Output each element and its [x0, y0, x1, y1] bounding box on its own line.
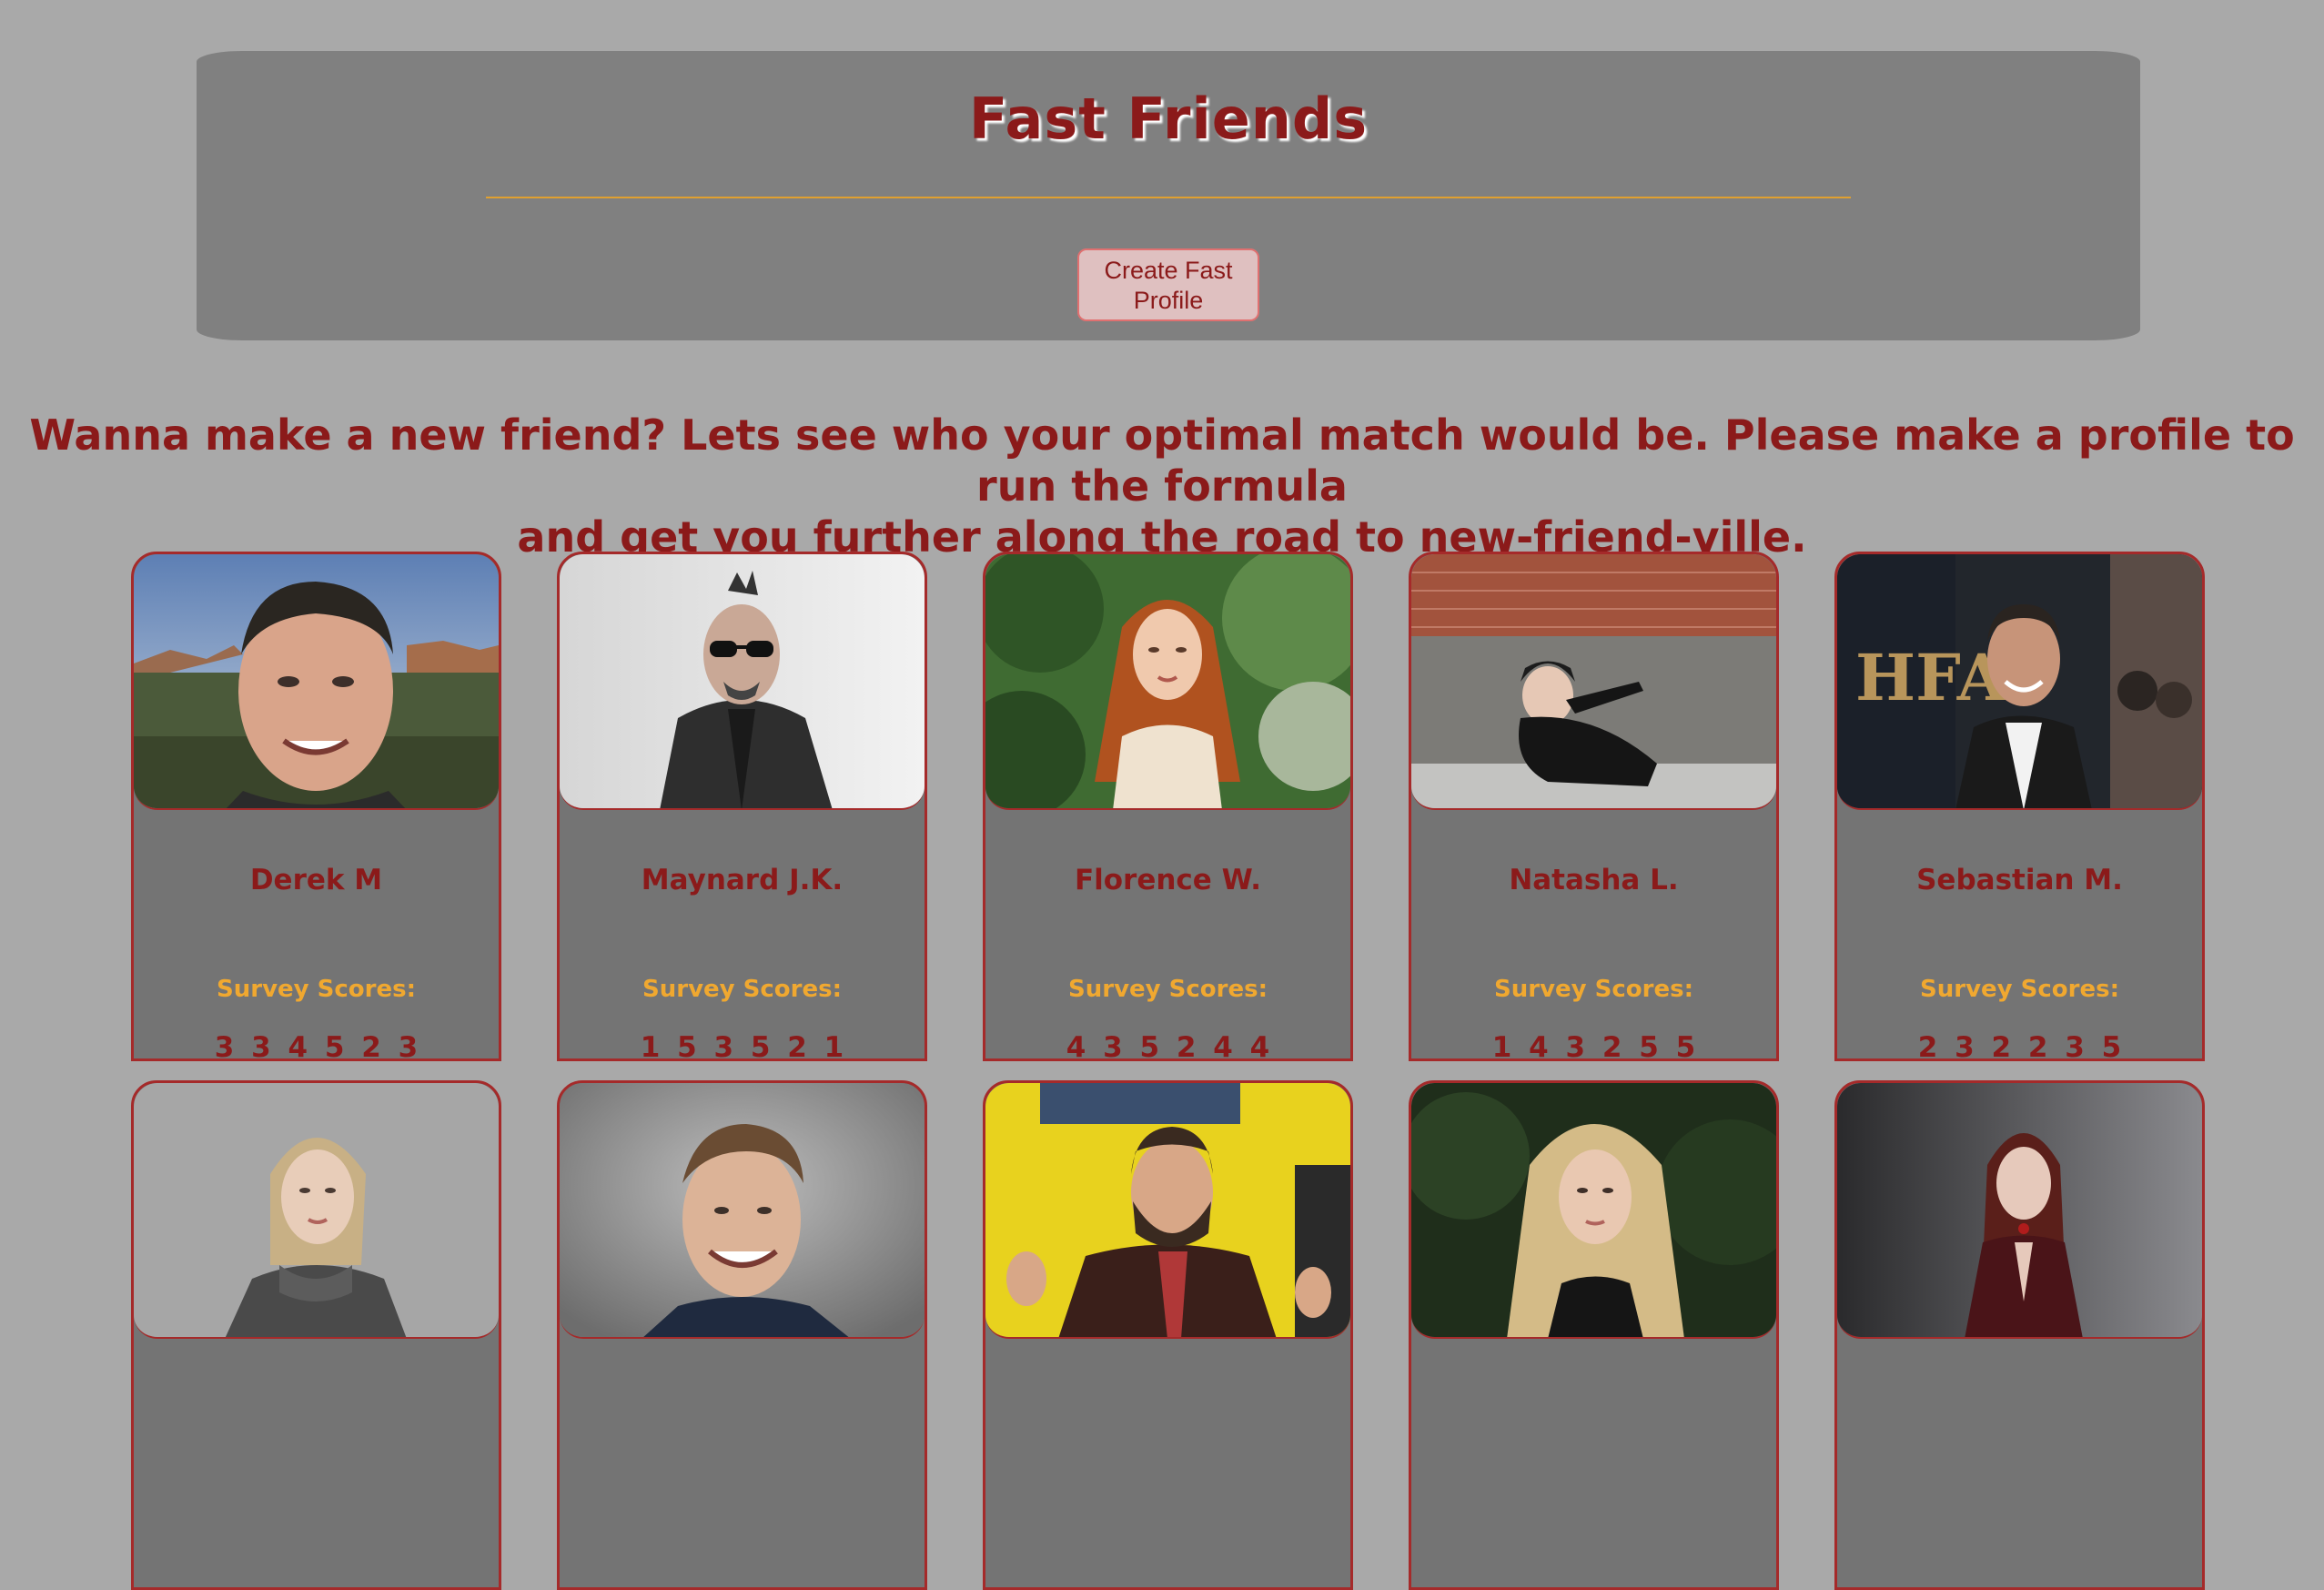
- survey-scores-label: Survey Scores:: [642, 976, 842, 1003]
- photo-sebastian-image: HFA: [1837, 554, 2202, 808]
- page-title: Fast Friends: [968, 86, 1369, 152]
- survey-scores-label: Survey Scores:: [1068, 976, 1268, 1003]
- profile-photo: [1411, 1083, 1776, 1339]
- photo-florence-image: [985, 554, 1350, 808]
- profile-card[interactable]: [557, 1080, 927, 1590]
- survey-scores-label: Survey Scores:: [1920, 976, 2119, 1003]
- profile-name: Natasha L.: [1509, 864, 1679, 896]
- photo-maynard-image: [560, 554, 925, 808]
- photo-man-beard-image: [985, 1083, 1350, 1337]
- intro-line-1: Wanna make a new friend? Lets see who yo…: [29, 410, 2295, 511]
- profile-card[interactable]: Florence W. Survey Scores: 4 3 5 2 4 4: [983, 552, 1353, 1061]
- survey-scores-values: 2 3 2 2 3 5: [1917, 1031, 2122, 1061]
- profile-photo: [1411, 554, 1776, 810]
- create-profile-button[interactable]: Create Fast Profile: [1077, 248, 1259, 321]
- profile-card[interactable]: Natasha L. Survey Scores: 1 4 3 2 5 5: [1409, 552, 1779, 1061]
- profile-card[interactable]: [1409, 1080, 1779, 1590]
- profile-card[interactable]: Derek M Survey Scores: 3 3 4 5 2 3: [131, 552, 501, 1061]
- profile-photo: [1837, 1083, 2202, 1339]
- survey-scores-values: 4 3 5 2 4 4: [1066, 1031, 1270, 1061]
- profile-photo: [985, 554, 1350, 810]
- photo-natasha-image: [1411, 554, 1776, 808]
- profile-photo: [560, 1083, 925, 1339]
- photo-derek-image: [134, 554, 499, 808]
- profile-photo: [134, 554, 499, 810]
- profile-card[interactable]: [1834, 1080, 2205, 1590]
- header: Fast Friends Create Fast Profile: [197, 51, 2140, 340]
- survey-scores-values: 3 3 4 5 2 3: [214, 1031, 419, 1061]
- profile-name: Sebastian M.: [1916, 864, 2123, 896]
- photo-woman-red-gown-image: [1837, 1083, 2202, 1337]
- profile-card[interactable]: [131, 1080, 501, 1590]
- profile-photo: [560, 554, 925, 810]
- header-divider: [486, 197, 1851, 198]
- photo-woman-blonde-image: [134, 1083, 499, 1337]
- survey-scores-values: 1 5 3 5 2 1: [640, 1031, 844, 1061]
- svg-text:HFA: HFA: [1855, 640, 2008, 715]
- intro-text: Wanna make a new friend? Lets see who yo…: [0, 410, 2324, 562]
- survey-scores-values: 1 4 3 2 5 5: [1491, 1031, 1696, 1061]
- profile-name: Maynard J.K.: [641, 864, 844, 896]
- profile-name: Derek M: [249, 864, 383, 896]
- profile-photo: [985, 1083, 1350, 1339]
- profile-name: Florence W.: [1074, 864, 1262, 896]
- profile-card[interactable]: Maynard J.K. Survey Scores: 1 5 3 5 2 1: [557, 552, 927, 1061]
- profile-photo: HFA: [1837, 554, 2202, 810]
- photo-man-smiling-image: [560, 1083, 925, 1337]
- profile-photo: [134, 1083, 499, 1339]
- profile-card[interactable]: [983, 1080, 1353, 1590]
- profile-card[interactable]: HFA Sebastian M. Survey Scores: 2 3 2 2 …: [1834, 552, 2205, 1061]
- survey-scores-label: Survey Scores:: [217, 976, 416, 1003]
- photo-woman-long-blonde-image: [1411, 1083, 1776, 1337]
- survey-scores-label: Survey Scores:: [1494, 976, 1693, 1003]
